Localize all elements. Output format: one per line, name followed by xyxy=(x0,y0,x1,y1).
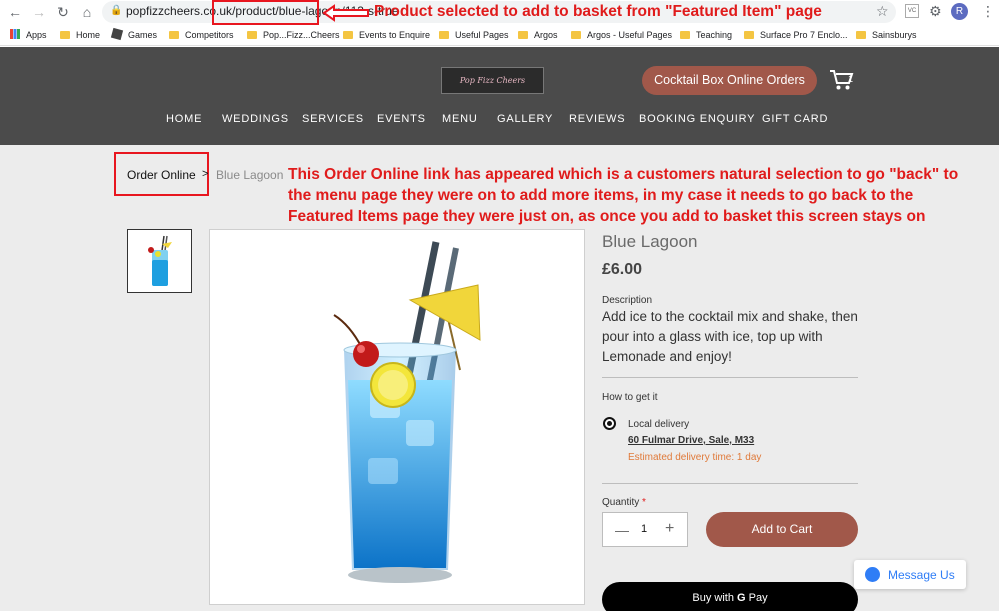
messenger-icon xyxy=(865,567,880,582)
annotation-breadcrumb-note: This Order Online link has appeared whic… xyxy=(288,166,959,225)
bookmark-star-icon[interactable]: ☆ xyxy=(876,3,889,20)
quantity-value[interactable]: 1 xyxy=(641,523,647,535)
cocktail-image-icon xyxy=(333,241,481,583)
quantity-label: Quantity * xyxy=(602,497,646,508)
plus-icon[interactable]: + xyxy=(665,520,674,538)
folder-icon xyxy=(439,31,449,39)
bookmark-competitors[interactable]: Competitors xyxy=(169,28,234,42)
lock-icon: 🔒 xyxy=(110,5,123,16)
folder-icon xyxy=(247,31,257,39)
bookmark-home[interactable]: Home xyxy=(60,28,100,42)
profile-avatar[interactable]: R xyxy=(951,3,968,20)
bookmark-apps[interactable]: Apps xyxy=(10,28,47,42)
reload-icon[interactable]: ↻ xyxy=(54,3,72,21)
local-delivery-radio[interactable] xyxy=(603,417,616,430)
menu-kebab-icon[interactable]: ⋮ xyxy=(981,3,995,20)
product-price: £6.00 xyxy=(602,261,643,278)
main-nav: HOME WEDDINGS SERVICES EVENTS MENU GALLE… xyxy=(0,113,999,133)
nav-booking-enquiry[interactable]: BOOKING ENQUIRY xyxy=(639,113,755,125)
folder-icon xyxy=(856,31,866,39)
nav-services[interactable]: SERVICES xyxy=(302,113,364,125)
folder-icon xyxy=(60,31,70,39)
divider xyxy=(602,483,858,484)
cart-count: 1 xyxy=(848,74,854,84)
nav-weddings[interactable]: WEDDINGS xyxy=(222,113,289,125)
add-to-cart-button[interactable]: Add to Cart xyxy=(706,512,858,547)
how-to-get-heading: How to get it xyxy=(602,392,658,403)
bookmark-sainsburys[interactable]: Sainsburys xyxy=(856,28,917,42)
back-icon[interactable]: ← xyxy=(6,3,24,21)
message-us-button[interactable]: Message Us xyxy=(854,560,966,589)
bookmarks-bar: Apps Home Games Competitors Pop...Fizz..… xyxy=(0,24,999,46)
nav-gallery[interactable]: GALLERY xyxy=(497,113,553,125)
delivery-option-label: Local delivery xyxy=(628,419,690,430)
folder-icon xyxy=(343,31,353,39)
logo-text: Pop Fizz Cheers xyxy=(459,76,526,85)
bookmark-popfizzcheers[interactable]: Pop...Fizz...Cheers xyxy=(247,28,340,42)
product-main-image[interactable] xyxy=(209,229,585,605)
nav-gift-card[interactable]: GIFT CARD xyxy=(762,113,828,125)
bookmark-useful-pages[interactable]: Useful Pages xyxy=(439,28,509,42)
home-icon[interactable]: ⌂ xyxy=(78,3,96,21)
cocktail-box-orders-button[interactable]: Cocktail Box Online Orders xyxy=(642,66,817,95)
bookmark-teaching[interactable]: Teaching xyxy=(680,28,732,42)
nav-home[interactable]: HOME xyxy=(166,113,202,125)
quantity-stepper[interactable]: — 1 + xyxy=(602,512,688,547)
folder-icon xyxy=(169,31,179,39)
bookmark-games[interactable]: Games xyxy=(110,27,157,42)
annotation-arrow-icon xyxy=(322,4,369,22)
nav-menu[interactable]: MENU xyxy=(442,113,478,125)
breadcrumb-order-online[interactable]: Order Online xyxy=(127,168,196,182)
bookmark-surface[interactable]: Surface Pro 7 Enclo... xyxy=(744,28,848,42)
nav-events[interactable]: EVENTS xyxy=(377,113,426,125)
folder-icon xyxy=(680,31,690,39)
bookmark-events[interactable]: Events to Enquire xyxy=(343,28,430,42)
delivery-address[interactable]: 60 Fulmar Drive, Sale, M33 xyxy=(628,435,754,446)
folder-icon xyxy=(518,31,528,39)
breadcrumb-current: Blue Lagoon xyxy=(216,168,284,182)
description-heading: Description xyxy=(602,295,653,306)
annotation-top: Product selected to add to basket from "… xyxy=(374,3,822,20)
nav-reviews[interactable]: REVIEWS xyxy=(569,113,625,125)
apps-icon xyxy=(10,29,20,39)
divider xyxy=(602,377,858,378)
url-highlight-box xyxy=(212,0,319,25)
extension-icon[interactable]: VC xyxy=(905,4,919,18)
extensions-puzzle-icon[interactable]: ⚙ xyxy=(929,3,942,20)
minus-icon[interactable]: — xyxy=(615,522,629,538)
breadcrumb-separator: > xyxy=(202,168,209,180)
folder-icon xyxy=(744,31,754,39)
folder-icon xyxy=(571,31,581,39)
buy-with-gpay-button[interactable]: Buy with G Pay xyxy=(602,582,858,611)
site-header: Pop Fizz Cheers Cocktail Box Online Orde… xyxy=(0,47,999,145)
product-title: Blue Lagoon xyxy=(602,232,698,251)
product-description: Add ice to the cocktail mix and shake, t… xyxy=(602,309,858,364)
message-us-label: Message Us xyxy=(888,568,955,582)
bookmark-argos-useful[interactable]: Argos - Useful Pages xyxy=(571,28,672,42)
delivery-eta: Estimated delivery time: 1 day xyxy=(628,452,762,463)
product-thumbnail[interactable] xyxy=(127,229,192,293)
games-icon xyxy=(110,27,124,41)
forward-icon[interactable]: → xyxy=(30,3,48,21)
cocktail-thumbnail-icon xyxy=(148,235,172,286)
bookmark-argos[interactable]: Argos xyxy=(518,28,558,42)
site-logo[interactable]: Pop Fizz Cheers xyxy=(441,67,544,94)
